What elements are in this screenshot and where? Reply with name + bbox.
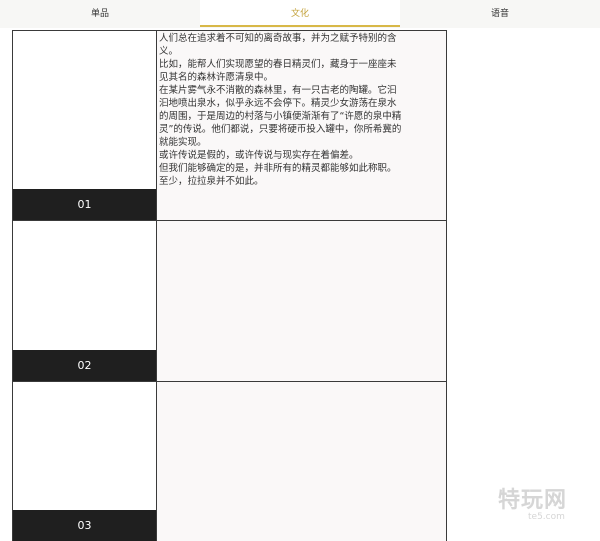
description-line: 或许传说是假的，或许传说与现实存在着偏差。 (159, 150, 359, 161)
entry-row: 02 (13, 221, 446, 382)
entry-number: 01 (13, 189, 156, 220)
tab-voice[interactable]: 语音 (400, 0, 600, 25)
entry-thumbnail: 03 (13, 382, 157, 541)
entry-row: 03 (13, 382, 446, 541)
entry-number: 03 (13, 510, 156, 541)
entry-number: 02 (13, 350, 156, 381)
watermark-url: te5.com (528, 512, 565, 522)
entry-description: 人们总在追求着不可知的离奇故事，并为之赋予特别的含义。 比如，能帮人们实现愿望的… (157, 31, 404, 188)
entry-row: 01 人们总在追求着不可知的离奇故事，并为之赋予特别的含义。 比如，能帮人们实现… (13, 31, 446, 221)
description-line: 比如，能帮人们实现愿望的春日精灵们，藏身于一座座未见其名的森林许愿清泉中。 (159, 59, 397, 83)
description-line: 但我们能够确定的是，并非所有的精灵都能够如此称职。 (159, 163, 397, 174)
entry-text-cell: 人们总在追求着不可知的离奇故事，并为之赋予特别的含义。 比如，能帮人们实现愿望的… (157, 31, 446, 220)
site-watermark: 特玩网 te5.com (488, 482, 598, 532)
description-line: 在某片雾气永不消散的森林里，有一只古老的陶罐。它汩汩地喷出泉水，似乎永远不会停下… (159, 85, 402, 148)
entry-text-cell (157, 221, 446, 381)
watermark-logo-text: 特玩网 (498, 488, 568, 513)
description-line: 至少，拉拉泉并不如此。 (159, 176, 264, 187)
entry-thumbnail: 02 (13, 221, 157, 381)
tab-bar: 单品 文化 语音 (0, 0, 600, 28)
tab-culture[interactable]: 文化 (200, 0, 400, 27)
entry-thumbnail: 01 (13, 31, 157, 220)
entry-table: 01 人们总在追求着不可知的离奇故事，并为之赋予特别的含义。 比如，能帮人们实现… (12, 30, 447, 541)
entry-text-cell (157, 382, 446, 541)
description-line: 人们总在追求着不可知的离奇故事，并为之赋予特别的含义。 (159, 33, 397, 57)
tab-items[interactable]: 单品 (0, 0, 200, 25)
